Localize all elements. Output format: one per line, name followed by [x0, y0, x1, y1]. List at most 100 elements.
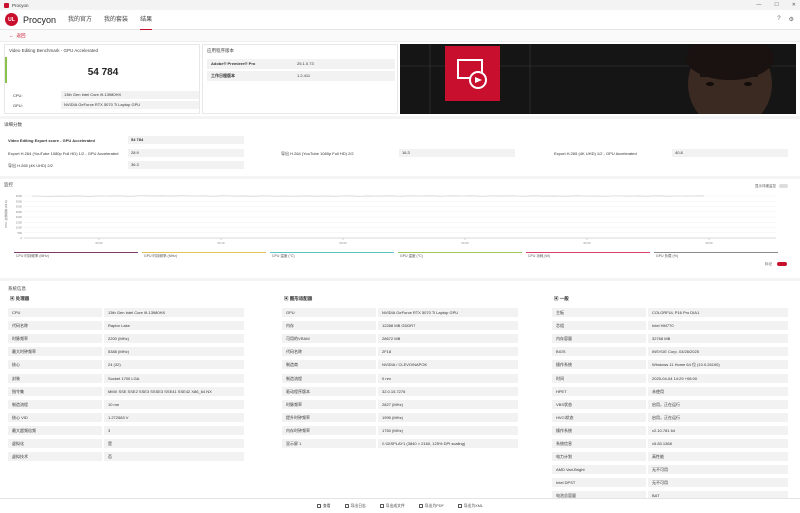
table-row: 制造流程 0 nm: [282, 373, 518, 383]
bottom-toolbar: 查看 导出日志 导出成文件 导出为PDF 导出为XML: [0, 498, 800, 513]
x-tick-label: 00:10: [218, 241, 225, 245]
legend-label[interactable]: GPU 温度 (°C): [400, 254, 423, 259]
y-tick-label: 1500: [16, 220, 23, 224]
y-tick-label: 1000: [16, 226, 23, 230]
bottom-view-button[interactable]: 查看: [317, 504, 331, 509]
table-row: 虚拟化是: [8, 439, 244, 448]
row-value: Intel HM770: [648, 321, 788, 331]
row-value: 5388 (MHz): [104, 347, 244, 357]
table-row: 内存容量 32768 MB: [552, 334, 788, 344]
close-icon[interactable]: ✕: [792, 2, 796, 8]
row-value: NVIDIA / CLEVO/NAPOK: [378, 360, 518, 370]
file-icon: [379, 504, 384, 508]
table-row: 系统信息 v5.83.1368: [552, 439, 788, 448]
gpu-value: NVIDIA GeForce RTX 5070 Ti Laptop GPU: [61, 101, 199, 109]
table-row: 制造商 NVIDIA / CLEVO/NAPOK: [282, 360, 518, 370]
table-row: 最大超频倍频 3: [8, 425, 244, 435]
back-label: 返回: [16, 32, 26, 38]
row-key: 内存容量: [552, 334, 646, 344]
detail-item-value: 16.3: [399, 149, 515, 157]
row-value: 启用，正在运行: [648, 399, 788, 409]
separator: [0, 278, 800, 281]
row-value: 3: [104, 425, 244, 435]
view-icon: [317, 504, 322, 508]
row-key: 芯组: [552, 321, 646, 331]
x-tick-label: 00:50: [706, 241, 713, 245]
bottom-export-xml-button[interactable]: 导出为XML: [457, 503, 483, 509]
row-key: 核心: [8, 360, 102, 370]
row-value: 2025-04-04 14:29 +08:00: [648, 373, 788, 383]
row-value: 是: [104, 439, 244, 448]
bottom-export-log-button[interactable]: 导出日志: [344, 504, 366, 509]
row-key: 操作系统: [552, 425, 646, 435]
app-row-value: 25.1.0.73: [297, 61, 314, 66]
row-value: 启用，正在运行: [648, 412, 788, 422]
legend-label[interactable]: GPU 负载 (%): [656, 254, 678, 259]
help-icon[interactable]: ?: [777, 16, 780, 23]
monitor-panel: 4000 3500 3000 2500 2000 1500 1000 500 0 00:00 00:…: [4, 192, 796, 272]
row-value: NVIDIA GeForce RTX 5070 Ti Laptop GPU: [378, 308, 518, 317]
monitor-detail-toggle[interactable]: [779, 184, 788, 188]
app-row-label: 工作日程版本: [211, 73, 235, 78]
y-axis-label: CPU 时钟频率 (MHz): [4, 199, 8, 229]
table-row: 核心 VID 1.272583 V: [8, 412, 244, 422]
app-row-0: Adobe® Premiere® Pro 25.1.0.73: [207, 59, 395, 69]
legend-label[interactable]: GPU 时钟频率 (MHz): [144, 254, 177, 259]
detail-main-label: Video Editing Export score - GPU Acceler…: [8, 138, 95, 143]
legend-label[interactable]: CPU 功耗 (W): [528, 254, 550, 259]
row-value: 32.0.15.7276: [378, 386, 518, 396]
hero-illustration: [400, 44, 796, 114]
row-key: HVCI状态: [552, 412, 646, 422]
nav-tab-1[interactable]: 我的套装: [104, 10, 128, 30]
y-tick-label: 3500: [16, 199, 23, 203]
row-value: \\.\DISPLAY1 (3840 × 2160, 125% DPI scal…: [378, 439, 518, 448]
app-row-value: 1.2.411: [297, 73, 311, 78]
row-key: 制造商: [282, 360, 376, 370]
table-row: 虚拟技术否: [8, 452, 244, 462]
bottom-export-pdf-button[interactable]: 导出为PDF: [418, 503, 444, 509]
row-key: 虚拟技术: [8, 452, 102, 462]
score-panel: Video Editing Benchmark - GPU Accelerate…: [4, 44, 200, 114]
window-titlebar: Procyon — ☐ ✕: [0, 0, 800, 10]
nav-tab-results[interactable]: 结果: [140, 10, 153, 30]
hero-image: [400, 44, 796, 114]
row-value: 无不可用: [648, 465, 788, 475]
row-key: 内存时钟频率: [282, 425, 376, 435]
nav-tab-0[interactable]: 我的官方: [68, 10, 92, 30]
detail-item-label: Export H.264 (YouTube 1080p Full HD) 1/2…: [8, 151, 119, 156]
table-row: 时脉频率 2827 (MHz): [282, 399, 518, 409]
row-key: 制造流程: [8, 399, 102, 409]
legend-label[interactable]: CPU 时钟频率 (MHz): [16, 254, 49, 259]
bottom-item-label: 导出为XML: [463, 503, 483, 508]
table-row: 显示屏 1 \\.\DISPLAY1 (3840 × 2160, 125% DPI…: [282, 439, 518, 448]
detail-item-label: 导出 H.265 (4K UHD) 2/2: [8, 163, 53, 168]
row-value: v5.83.1368: [648, 439, 788, 448]
row-key: 时脉频率: [282, 399, 376, 409]
gpu-section-header: ▣ 图形适配器: [284, 296, 313, 301]
row-value: 1750 (MHz): [378, 425, 518, 435]
mark-toggle[interactable]: [777, 262, 787, 266]
row-key: Intel DPST: [552, 478, 646, 488]
table-row: 核心 24 (32): [8, 360, 244, 370]
detail-item-label: Export H.265 (4K UHD) 1/2 - GPU Accelera…: [554, 151, 637, 156]
brand-name: Procyon: [23, 14, 57, 25]
row-value: 10 nm: [104, 399, 244, 409]
mark-label: 标记: [765, 262, 772, 266]
row-key: HPET: [552, 386, 646, 396]
table-row: 操作系统 Windows 11 Home 64 位 (10.0.26100): [552, 360, 788, 370]
row-value: 32768 MB: [648, 334, 788, 344]
legend-label[interactable]: CPU 温度 (°C): [272, 254, 295, 259]
minimize-icon[interactable]: —: [756, 2, 761, 8]
row-value: 1.272583 V: [104, 412, 244, 422]
row-key: 系统信息: [552, 439, 646, 448]
settings-icon[interactable]: ⚙: [789, 16, 794, 23]
window-controls: — ☐ ✕: [756, 2, 796, 8]
nav-right-icons: ? ⚙: [777, 16, 794, 23]
back-arrow-icon: ←: [9, 33, 14, 38]
maximize-icon[interactable]: ☐: [774, 2, 778, 8]
bottom-export-file-button[interactable]: 导出成文件: [379, 504, 405, 509]
bottom-item-label: 导出为PDF: [424, 503, 444, 508]
back-link[interactable]: ← 返回: [0, 30, 800, 42]
table-row: 时间 2025-04-04 14:29 +08:00: [552, 373, 788, 383]
app-row-1: 工作日程版本 1.2.411: [207, 71, 395, 81]
